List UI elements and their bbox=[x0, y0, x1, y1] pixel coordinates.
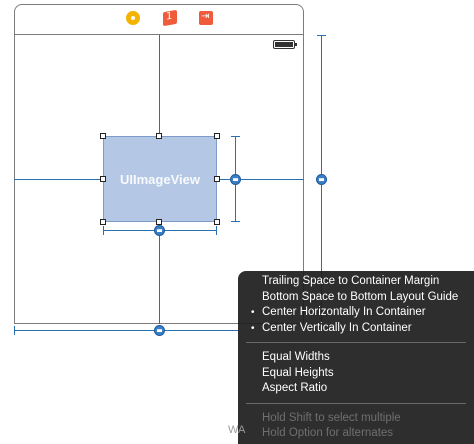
menu-item-center-horizontally[interactable]: • Center Horizontally In Container bbox=[238, 305, 474, 321]
menu-hint-label: Hold Option for alternates bbox=[262, 427, 394, 439]
exit-icon[interactable]: ⇥ bbox=[199, 11, 213, 25]
menu-item-label: Center Horizontally In Container bbox=[262, 306, 426, 318]
container-width-guide bbox=[14, 330, 238, 331]
menu-item-equal-heights[interactable]: Equal Heights bbox=[238, 366, 474, 382]
selected-bullet-icon: • bbox=[251, 307, 255, 318]
menu-item-label: Center Vertically In Container bbox=[262, 321, 412, 334]
container-height-cap-top bbox=[317, 35, 326, 36]
width-measure-cap-left bbox=[103, 226, 104, 235]
menu-item-center-vertically[interactable]: • Center Vertically In Container bbox=[238, 321, 474, 337]
height-measure-cap-top bbox=[231, 136, 240, 137]
menu-item-label: Equal Widths bbox=[262, 351, 330, 363]
container-width-pin-icon[interactable] bbox=[154, 325, 165, 336]
resize-handle-top-right[interactable] bbox=[214, 133, 220, 139]
menu-hint-shift: Hold Shift to select multiple bbox=[238, 411, 474, 427]
menu-hint-option: Hold Option for alternates bbox=[238, 426, 474, 442]
menu-item-label: Aspect Ratio bbox=[262, 382, 328, 394]
image-view[interactable]: UIImageView bbox=[103, 136, 217, 222]
menu-hint-label: Hold Shift to select multiple bbox=[262, 411, 401, 424]
menu-item-label: Equal Heights bbox=[262, 366, 334, 379]
image-view-label: UIImageView bbox=[120, 171, 200, 187]
menu-item-aspect-ratio[interactable]: Aspect Ratio bbox=[238, 381, 474, 397]
resize-handle-right[interactable] bbox=[214, 176, 220, 182]
resize-handle-top-left[interactable] bbox=[100, 133, 106, 139]
menu-item-trailing-space[interactable]: Trailing Space to Container Margin bbox=[238, 274, 474, 290]
menu-item-equal-widths[interactable]: Equal Widths bbox=[238, 350, 474, 366]
view-controller-icon[interactable] bbox=[126, 11, 140, 25]
menu-separator bbox=[246, 342, 466, 343]
menu-item-label: Bottom Space to Bottom Layout Guide bbox=[262, 290, 459, 303]
container-width-cap-left bbox=[14, 326, 15, 335]
battery-icon bbox=[273, 40, 297, 49]
constraint-popup-menu: Trailing Space to Container Margin Botto… bbox=[238, 271, 474, 444]
menu-item-label: Trailing Space to Container Margin bbox=[262, 275, 440, 287]
resize-handle-bottom-right[interactable] bbox=[214, 219, 220, 225]
resize-handle-bottom-left[interactable] bbox=[100, 219, 106, 225]
menu-item-bottom-space[interactable]: Bottom Space to Bottom Layout Guide bbox=[238, 290, 474, 306]
watermark-text: WA bbox=[228, 424, 246, 436]
container-height-pin-icon[interactable] bbox=[316, 174, 327, 185]
menu-separator bbox=[246, 402, 466, 404]
width-constraint-pin-icon[interactable] bbox=[154, 225, 165, 236]
height-constraint-pin-icon[interactable] bbox=[230, 174, 241, 185]
first-responder-cube-icon[interactable]: 1 bbox=[163, 9, 177, 27]
resize-handle-top[interactable] bbox=[156, 133, 162, 139]
width-measure-cap-right bbox=[216, 226, 217, 235]
resize-handle-left[interactable] bbox=[100, 176, 106, 182]
height-measure-cap-bottom bbox=[231, 221, 240, 222]
selected-bullet-icon: • bbox=[251, 322, 255, 334]
